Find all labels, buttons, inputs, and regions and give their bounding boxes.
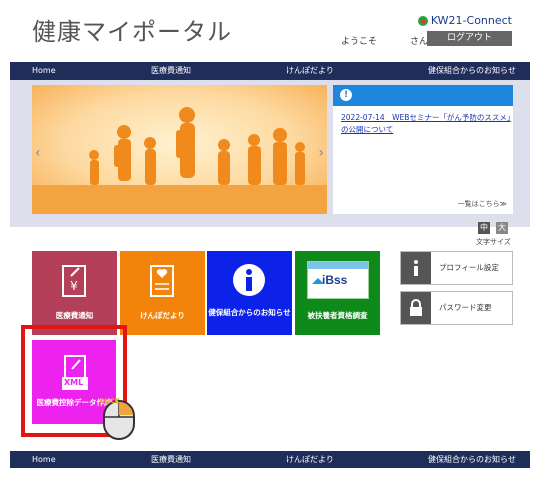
profile-settings-label: プロフィール設定 [439, 263, 499, 272]
mouse-click-icon: CLICK [100, 398, 135, 440]
person-icon [401, 252, 431, 284]
password-change-label: パスワード変更 [439, 303, 492, 312]
tile-label: けんぽだより [140, 311, 185, 320]
ibss-logo-mark [312, 278, 324, 284]
notice-link[interactable]: 2022-07-14 WEBセミナー「がん予防のススメ」の公開について [341, 112, 511, 136]
yen-document-icon: ¥ [62, 265, 86, 297]
site-title[interactable]: 健康マイポータル [32, 12, 232, 47]
welcome-text: ようこそ [341, 37, 378, 47]
lock-icon [401, 292, 431, 324]
slider-prev-icon[interactable]: ‹ [35, 145, 41, 161]
top-nav: Home 医療費通知 けんぽだより 健保組合からのお知らせ [10, 62, 530, 80]
nav-item-kenpo-news[interactable]: けんぽだより [286, 62, 334, 80]
brand-logo: KW21-Connect [417, 14, 512, 27]
family-silhouette-image [32, 85, 327, 214]
ibss-logo: iBss [307, 261, 369, 299]
tile-medical-notice[interactable]: ¥ 医療費通知 [32, 251, 117, 335]
footer-nav-item-union-news[interactable]: 健保組合からのお知らせ [428, 451, 516, 468]
click-badge: CLICK [100, 398, 120, 405]
tile-union-news[interactable]: 健保組合からのお知らせ [207, 251, 292, 335]
password-change-button[interactable]: パスワード変更 [400, 291, 513, 325]
nav-item-union-news[interactable]: 健保組合からのお知らせ [428, 62, 516, 80]
slider-next-icon[interactable]: › [318, 145, 324, 161]
more-link[interactable]: 一覧はこちら≫ [458, 199, 507, 209]
logout-button[interactable]: ログアウト [427, 31, 512, 46]
footer-nav: Home 医療費通知 けんぽだより 健保組合からのお知らせ [10, 451, 530, 468]
svg-text:¥: ¥ [70, 279, 78, 293]
tile-kenpo-news[interactable]: けんぽだより [120, 251, 205, 335]
footer-nav-item-medical-notice[interactable]: 医療費通知 [151, 451, 191, 468]
info-icon: ! [340, 89, 352, 101]
footer-nav-item-kenpo-news[interactable]: けんぽだより [286, 451, 334, 468]
tile-label: 被扶養者資格調査 [307, 311, 368, 320]
honorific-text: さん [410, 37, 429, 47]
brand-name: KW21-Connect [430, 14, 512, 27]
hero-slider[interactable]: ‹ › [32, 85, 327, 214]
notice-panel: ! 2022-07-14 WEBセミナー「がん予防のススメ」の公開について 一覧… [333, 85, 513, 214]
info-circle-icon [233, 264, 265, 296]
tile-label: 医療費通知 [55, 311, 94, 320]
font-size-medium-button[interactable]: 中 [478, 222, 490, 234]
notice-header: ! [333, 85, 513, 106]
tile-dependent-survey[interactable]: iBss 被扶養者資格調査 [295, 251, 380, 335]
font-size-caption: 文字サイズ [476, 238, 511, 246]
footer-nav-item-home[interactable]: Home [32, 451, 56, 468]
font-size-large-button[interactable]: 大 [496, 222, 508, 234]
tile-label: 健保組合からのお知らせ [208, 308, 291, 317]
heart-document-icon [150, 265, 174, 297]
nav-item-medical-notice[interactable]: 医療費通知 [151, 62, 191, 80]
nav-item-home[interactable]: Home [32, 62, 56, 80]
profile-settings-button[interactable]: プロフィール設定 [400, 251, 513, 285]
brand-icon [417, 15, 428, 26]
header: 健康マイポータル KW21-Connect ようこそ さん ログアウト [0, 0, 542, 58]
ibss-logo-text: iBss [322, 273, 348, 287]
